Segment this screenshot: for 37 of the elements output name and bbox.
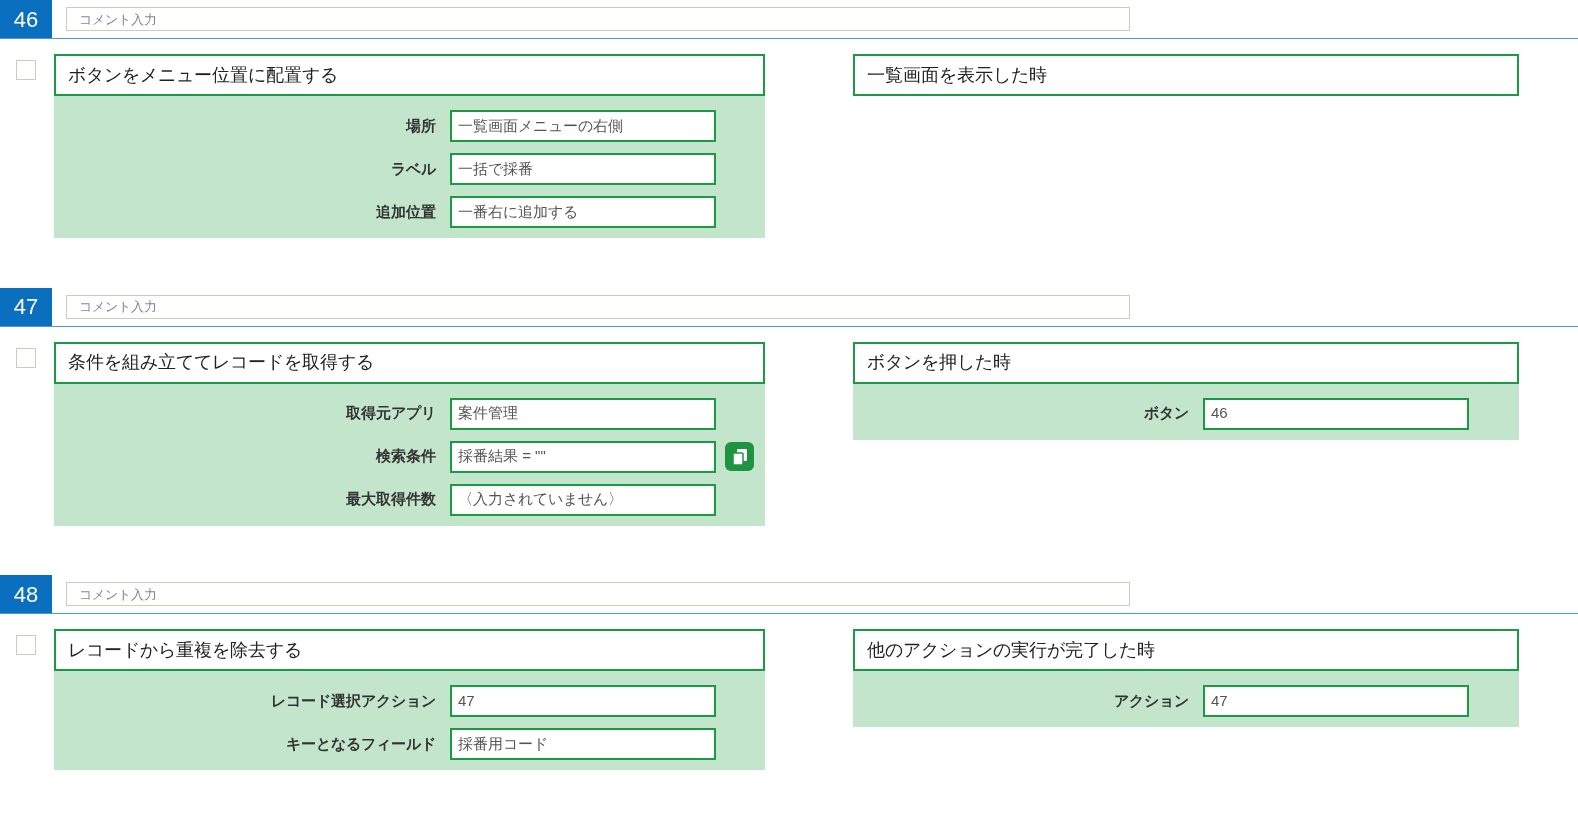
input-field[interactable]: 採番結果 = "" <box>450 440 716 473</box>
input-field[interactable]: 案件管理 <box>450 397 716 430</box>
input-field[interactable]: 一番右に追加する <box>450 196 716 228</box>
input-field[interactable]: 一括で採番 <box>450 153 716 185</box>
comment-field[interactable]: コメント入力 <box>66 582 1130 606</box>
checkbox[interactable] <box>16 347 36 368</box>
input-field[interactable]: 〈入力されていません〉 <box>450 483 716 516</box>
field-label: 場所 <box>404 115 436 136</box>
block-title: 他のアクションの実行が完了した時 <box>853 629 1519 671</box>
field-label: ボタン <box>1143 403 1189 424</box>
field-label: 追加位置 <box>375 201 436 222</box>
block-title: ボタンをメニュー位置に配置する <box>54 54 765 96</box>
field-label: 検索条件 <box>375 446 436 467</box>
input-field[interactable]: 46 <box>1203 397 1469 430</box>
input-field[interactable]: 47 <box>450 685 716 717</box>
checkbox[interactable] <box>16 60 36 80</box>
step-number: 46 <box>0 0 52 38</box>
step-number: 47 <box>0 287 52 326</box>
block-title: レコードから重複を除去する <box>54 629 765 671</box>
field-label: ラベル <box>390 158 436 179</box>
field-label: 最大取得件数 <box>345 489 436 510</box>
block-title: 条件を組み立ててレコードを取得する <box>54 341 765 384</box>
checkbox[interactable] <box>16 635 36 655</box>
comment-field[interactable]: コメント入力 <box>66 7 1130 31</box>
field-label: レコード選択アクション <box>270 690 436 711</box>
copy-icon <box>732 448 747 465</box>
input-field[interactable]: 採番用コード <box>450 728 716 760</box>
step-number: 48 <box>0 575 52 613</box>
comment-field[interactable]: コメント入力 <box>66 294 1130 319</box>
field-label: アクション <box>1113 690 1189 711</box>
input-field[interactable]: 47 <box>1203 685 1469 717</box>
field-label: キーとなるフィールド <box>285 733 436 754</box>
copy-button[interactable] <box>725 442 754 471</box>
input-field[interactable]: 一覧画面メニューの右側 <box>450 110 716 142</box>
field-label: 取得元アプリ <box>345 403 436 424</box>
block-title: ボタンを押した時 <box>853 341 1519 384</box>
block-title: 一覧画面を表示した時 <box>853 54 1519 96</box>
